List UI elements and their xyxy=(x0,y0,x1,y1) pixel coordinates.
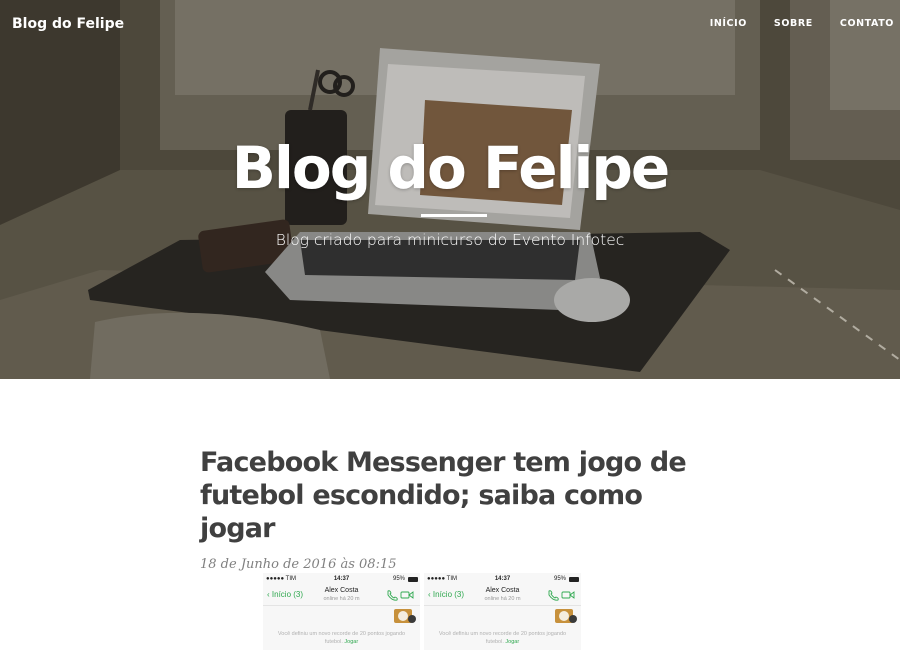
chat-header: ‹ Início (3) Alex Costa online há 20 m xyxy=(424,586,581,606)
call-icons xyxy=(387,590,414,601)
battery-icon xyxy=(569,577,579,582)
status-bar: ●●●●● TIM 14:37 95% xyxy=(424,576,581,586)
post-preview: Facebook Messenger tem jogo de futebol e… xyxy=(200,446,700,572)
post-image: ●●●●● TIM 14:37 95% ‹ Início (3) Alex Co… xyxy=(263,573,581,650)
nav-links: INÍCIO SOBRE CONTATO xyxy=(683,18,894,29)
phone-icon xyxy=(387,590,398,601)
nav-link-contato[interactable]: CONTATO xyxy=(840,18,894,29)
message-text: Você definiu um novo recorde de 20 ponto… xyxy=(277,631,406,637)
message-text: Você definiu um novo recorde de 20 ponto… xyxy=(438,631,567,637)
call-icons xyxy=(548,590,575,601)
hero-header: Blog do Felipe INÍCIO SOBRE CONTATO Blog… xyxy=(0,0,900,379)
chat-message: Você definiu um novo recorde de 20 ponto… xyxy=(263,630,420,646)
nav-link-sobre[interactable]: SOBRE xyxy=(774,18,813,29)
nav-link-inicio[interactable]: INÍCIO xyxy=(710,18,747,29)
battery-icon xyxy=(408,577,418,582)
phone-screenshot: ●●●●● TIM 14:37 95% ‹ Início (3) Alex Co… xyxy=(263,573,420,650)
video-icon xyxy=(400,591,410,599)
play-link: Jogar xyxy=(505,639,520,645)
navbar-brand[interactable]: Blog do Felipe xyxy=(12,16,124,32)
post-title-link[interactable]: Facebook Messenger tem jogo de futebol e… xyxy=(200,446,700,545)
game-avatar-icon xyxy=(555,609,577,623)
phone-icon xyxy=(548,590,559,601)
video-icon xyxy=(561,591,571,599)
heading-divider xyxy=(421,214,487,217)
message-text-end: futebol. xyxy=(324,639,343,645)
play-link: Jogar xyxy=(344,639,359,645)
phone-screenshot: ●●●●● TIM 14:37 95% ‹ Início (3) Alex Co… xyxy=(424,573,581,650)
chat-header: ‹ Início (3) Alex Costa online há 20 m xyxy=(263,586,420,606)
chat-message: Você definiu um novo recorde de 20 ponto… xyxy=(424,630,581,646)
battery-label: 95% xyxy=(553,576,566,582)
game-avatar-icon xyxy=(394,609,416,623)
site-subheading: Blog criado para minicurso do Evento Inf… xyxy=(275,231,625,249)
post-date: 18 de Junho de 2016 às 08:15 xyxy=(200,557,397,572)
battery-label: 95% xyxy=(392,576,405,582)
site-heading: Blog do Felipe xyxy=(231,134,670,202)
status-bar: ●●●●● TIM 14:37 95% xyxy=(263,576,420,586)
top-navbar: Blog do Felipe INÍCIO SOBRE CONTATO xyxy=(0,0,900,50)
message-text-end: futebol. xyxy=(485,639,504,645)
